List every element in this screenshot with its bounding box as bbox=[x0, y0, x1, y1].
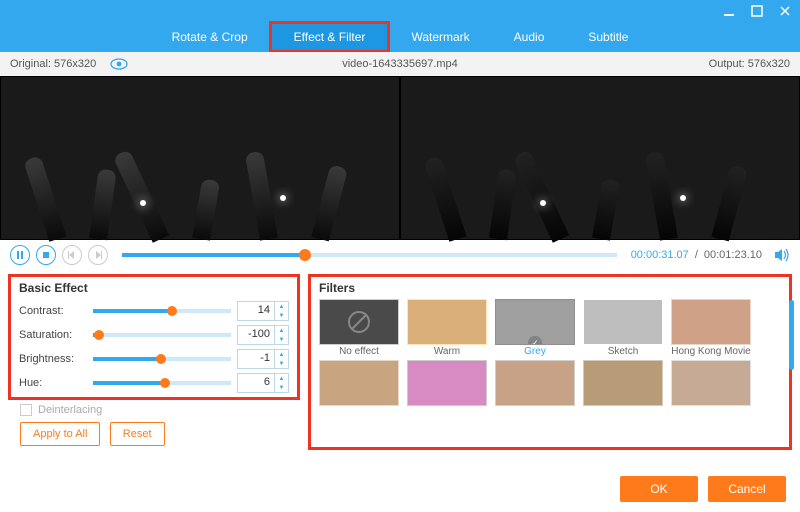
timeline-slider[interactable] bbox=[122, 253, 617, 257]
basic-effect-panel: Basic Effect Contrast: 14▲▼ Saturation: … bbox=[8, 274, 300, 400]
filters-panel: Filters No effectWarm✓GreySketchHong Kon… bbox=[308, 274, 792, 450]
saturation-slider[interactable] bbox=[93, 333, 231, 337]
filter-thumb-warm[interactable]: Warm bbox=[407, 299, 487, 357]
saturation-stepper[interactable]: -100▲▼ bbox=[237, 325, 289, 345]
filter-thumb-grey[interactable]: ✓Grey bbox=[495, 299, 575, 357]
info-bar: Original: 576x320 video-1643335697.mp4 O… bbox=[0, 52, 800, 76]
time-current: 00:00:31.07 bbox=[631, 249, 689, 261]
cancel-button[interactable]: Cancel bbox=[708, 476, 786, 502]
deinterlacing-checkbox[interactable]: Deinterlacing bbox=[20, 404, 288, 416]
tab-effect-filter[interactable]: Effect & Filter bbox=[269, 21, 391, 53]
filter-thumb-more-3[interactable] bbox=[583, 360, 663, 406]
pause-button[interactable] bbox=[10, 245, 30, 265]
output-size-label: Output: 576x320 bbox=[709, 58, 790, 70]
filter-thumb-sketch[interactable]: Sketch bbox=[583, 299, 663, 357]
preview-area bbox=[0, 76, 800, 240]
hue-label: Hue: bbox=[19, 377, 87, 389]
filters-title: Filters bbox=[319, 281, 781, 295]
contrast-slider[interactable] bbox=[93, 309, 231, 313]
contrast-stepper[interactable]: 14▲▼ bbox=[237, 301, 289, 321]
volume-icon[interactable] bbox=[774, 248, 790, 262]
apply-to-all-button[interactable]: Apply to All bbox=[20, 422, 100, 446]
hue-stepper[interactable]: 6▲▼ bbox=[237, 373, 289, 393]
tab-rotate-crop[interactable]: Rotate & Crop bbox=[150, 22, 270, 52]
brightness-stepper[interactable]: -1▲▼ bbox=[237, 349, 289, 369]
tab-subtitle[interactable]: Subtitle bbox=[566, 22, 650, 52]
basic-effect-title: Basic Effect bbox=[19, 281, 289, 295]
original-size-label: Original: 576x320 bbox=[10, 58, 96, 70]
reset-button[interactable]: Reset bbox=[110, 422, 165, 446]
contrast-label: Contrast: bbox=[19, 305, 87, 317]
preview-toggle-icon[interactable] bbox=[110, 58, 128, 70]
brightness-label: Brightness: bbox=[19, 353, 87, 365]
filter-thumb-more-2[interactable] bbox=[495, 360, 575, 406]
filter-thumb-more-4[interactable] bbox=[671, 360, 751, 406]
filename-label: video-1643335697.mp4 bbox=[342, 58, 458, 70]
filter-thumb-no-effect[interactable]: No effect bbox=[319, 299, 399, 357]
hue-slider[interactable] bbox=[93, 381, 231, 385]
filter-thumb-more-1[interactable] bbox=[407, 360, 487, 406]
filter-thumb-hong-kong-movie[interactable]: Hong Kong Movie bbox=[671, 299, 751, 357]
maximize-icon[interactable] bbox=[750, 4, 764, 18]
tab-watermark[interactable]: Watermark bbox=[389, 22, 491, 52]
close-icon[interactable] bbox=[778, 4, 792, 18]
saturation-label: Saturation: bbox=[19, 329, 87, 341]
tab-bar: Rotate & Crop Effect & Filter Watermark … bbox=[0, 22, 800, 52]
ok-button[interactable]: OK bbox=[620, 476, 698, 502]
filter-thumb-more-0[interactable] bbox=[319, 360, 399, 406]
brightness-slider[interactable] bbox=[93, 357, 231, 361]
preview-original bbox=[0, 76, 400, 240]
time-total: 00:01:23.10 bbox=[704, 249, 762, 261]
stop-button[interactable] bbox=[36, 245, 56, 265]
time-sep: / bbox=[695, 249, 698, 261]
prev-frame-button bbox=[62, 245, 82, 265]
preview-output bbox=[400, 76, 800, 240]
scroll-indicator[interactable] bbox=[789, 300, 794, 370]
next-frame-button bbox=[88, 245, 108, 265]
transport-bar: 00:00:31.07 / 00:01:23.10 bbox=[0, 240, 800, 270]
tab-audio[interactable]: Audio bbox=[492, 22, 567, 52]
minimize-icon[interactable] bbox=[722, 4, 736, 18]
title-bar bbox=[0, 0, 800, 22]
